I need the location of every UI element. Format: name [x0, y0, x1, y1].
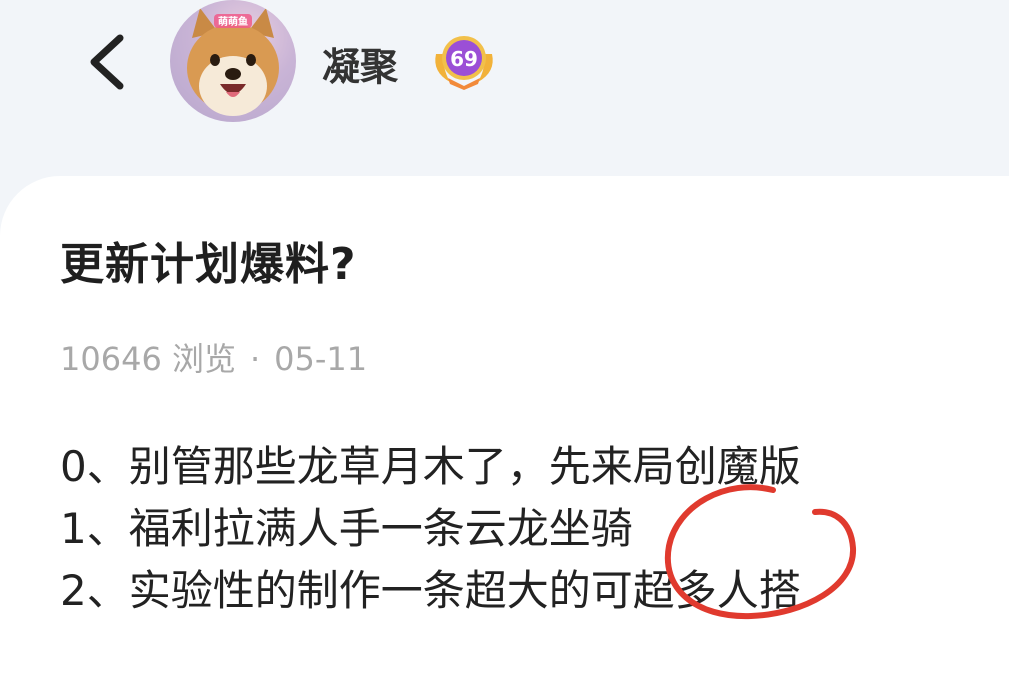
post-line: 0、别管那些龙草月木了，先来局创魔版: [60, 442, 801, 491]
level-badge-icon: 69: [435, 36, 493, 90]
back-button[interactable]: [82, 30, 136, 94]
post-date: 05-11: [274, 340, 368, 378]
level-number: 69: [450, 47, 478, 71]
view-count: 10646 浏览: [60, 340, 236, 378]
chevron-left-icon: [90, 34, 124, 90]
level-badge: 69: [428, 28, 500, 90]
avatar-tag-text: 萌萌鱼: [218, 15, 248, 28]
meta-separator: ·: [249, 340, 261, 378]
username[interactable]: 凝聚: [322, 36, 398, 91]
post-body: 0、别管那些龙草月木了，先来局创魔版 1、福利拉满人手一条云龙坐骑 2、实验性的…: [60, 436, 1009, 622]
avatar[interactable]: 萌萌鱼: [170, 0, 296, 122]
post-line: 2、实验性的制作一条超大的可超多人搭: [60, 566, 801, 615]
post-meta: 10646 浏览 · 05-11: [60, 334, 367, 380]
shiba-dog-avatar-image: 萌萌鱼: [187, 8, 279, 116]
post-title: 更新计划爆料?: [60, 239, 357, 290]
post-line: 1、福利拉满人手一条云龙坐骑: [60, 504, 633, 553]
